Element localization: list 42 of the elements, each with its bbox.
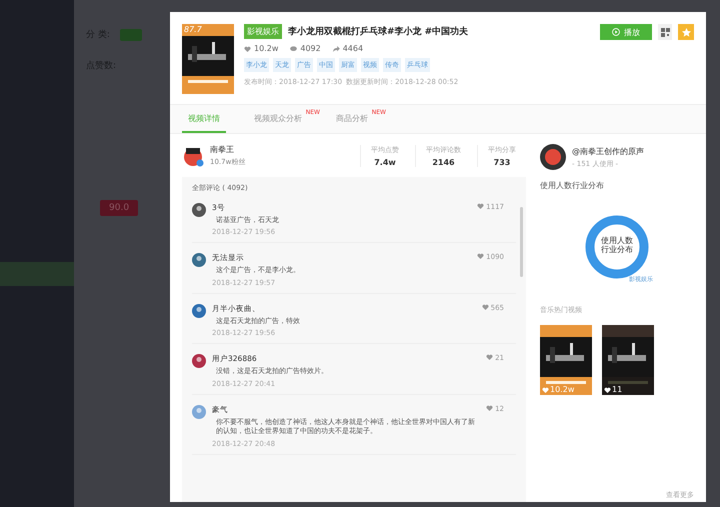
comment-icon: [290, 46, 298, 52]
donut-center-text: 使用人数 行业分布: [600, 236, 634, 254]
music-disc-icon: [540, 144, 566, 170]
share-count: 4464: [332, 44, 364, 53]
share-icon: [332, 46, 340, 52]
average-value: 2146: [432, 158, 455, 166]
filter-chip[interactable]: [120, 28, 142, 40]
play-button[interactable]: 播放: [600, 24, 652, 40]
score-label: 87.7: [184, 25, 202, 34]
video-likes: 11: [612, 385, 622, 394]
category-tag: 影视娱乐: [244, 24, 282, 39]
heart-icon: [244, 46, 251, 52]
average-value: 7.4w: [374, 158, 396, 166]
play-icon: [612, 28, 620, 36]
heart-icon: [477, 203, 484, 209]
average-value: 733: [494, 158, 510, 166]
heart-icon: [604, 386, 611, 392]
industry-heading: 使用人数行业分布: [540, 180, 605, 191]
avatar: [192, 304, 206, 318]
heart-icon: [486, 404, 494, 411]
video-title: 李小龙用双截棍打乒乓球#李小龙 #中国功夫: [288, 25, 468, 38]
scrollbar[interactable]: [520, 207, 523, 277]
like-count: 10.2w: [244, 44, 278, 53]
favorite-button[interactable]: [678, 24, 694, 40]
avatar: [192, 354, 206, 368]
video-likes: 10.2w: [550, 385, 574, 394]
music-title: @南拳王创作的原声: [572, 146, 645, 156]
avatar: [192, 253, 206, 268]
avatar: [192, 203, 206, 217]
author-name: 南拳王: [210, 144, 235, 155]
score-label: 90.0: [109, 203, 130, 213]
star-icon: [682, 28, 690, 36]
comment-count: 4092: [290, 44, 321, 53]
heart-icon: [542, 386, 549, 392]
heart-icon: [482, 304, 489, 310]
heart-icon: [486, 354, 494, 360]
qr-code-icon: [660, 28, 670, 36]
tab[interactable]: 视频详情: [182, 105, 226, 133]
sidebar-active-item[interactable]: [0, 262, 74, 286]
qr-code-button[interactable]: [658, 24, 672, 40]
heart-icon: [477, 253, 484, 260]
avatar: [192, 404, 206, 419]
